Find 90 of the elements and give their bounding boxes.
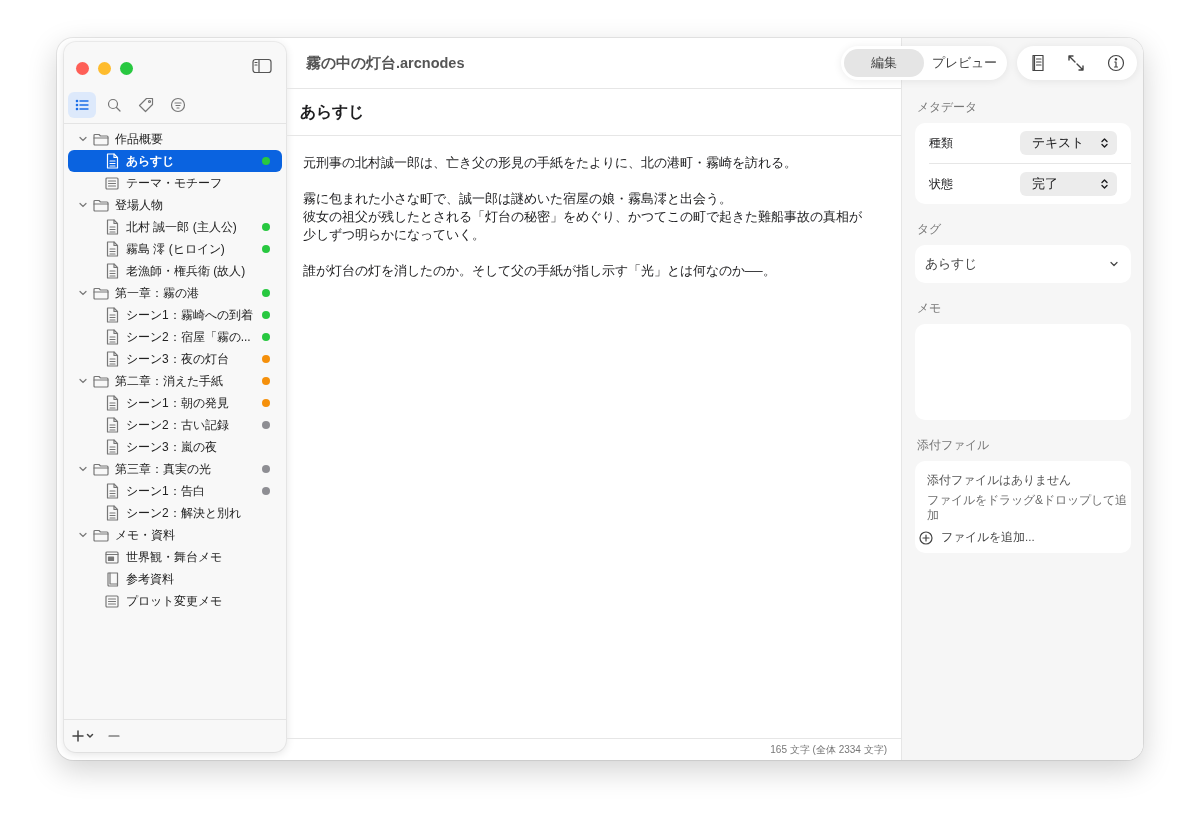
section-label: 添付ファイル (917, 438, 990, 453)
hint-text: ファイルをドラッグ&ドロップして追加 (927, 493, 1127, 523)
document-icon (105, 241, 119, 257)
tree-item[interactable]: プロット変更メモ (68, 590, 282, 612)
document-icon (105, 439, 119, 455)
document-icon (105, 307, 119, 323)
section-label: メモ (917, 301, 942, 316)
filter-icon (170, 97, 186, 113)
tree-item[interactable]: 霧島 澪 (ヒロイン) (68, 238, 282, 260)
tag-icon (138, 97, 154, 113)
document-icon (105, 351, 119, 367)
outline-icon (74, 97, 90, 113)
chevron-icon[interactable] (78, 200, 88, 210)
note-icon (105, 594, 119, 608)
tree-item[interactable]: あらすじ (68, 150, 282, 172)
character-count: 165 文字 (全体 2334 文字) (770, 742, 887, 757)
updown-icon (1100, 178, 1109, 190)
tree-item[interactable]: 第一章：霧の港 (68, 282, 282, 304)
document-icon (105, 505, 119, 521)
document-icon (105, 219, 119, 235)
caret-icon (86, 732, 94, 740)
body-text: 少しずつ明らかになっていく。 (303, 227, 486, 244)
folder-icon (93, 198, 109, 212)
note-icon (105, 176, 119, 190)
body-text: 彼女の祖父が残したとされる「灯台の秘密」をめぐり、かつてこの町で起きた難船事故の真相が (303, 209, 863, 226)
search-icon (106, 97, 122, 113)
chevron-icon[interactable] (78, 134, 88, 144)
document-icon (105, 483, 119, 499)
tree-item[interactable]: シーン2：宿屋「霧の... (68, 326, 282, 348)
tree-item[interactable]: シーン3：夜の灯台 (68, 348, 282, 370)
tree-item[interactable]: シーン3：嵐の夜 (68, 436, 282, 458)
updown-icon (1100, 137, 1109, 149)
book-icon (105, 571, 119, 587)
sidebar-toggle-icon[interactable] (252, 58, 272, 74)
expand-icon[interactable] (1067, 54, 1085, 72)
chevron-icon[interactable] (78, 376, 88, 386)
chevron-icon[interactable] (78, 288, 88, 298)
folder-icon (93, 528, 109, 542)
zoom-button[interactable] (120, 61, 133, 75)
folder-icon (93, 286, 109, 300)
close-button[interactable] (76, 61, 89, 75)
section-label: タグ (917, 222, 942, 237)
window-title: 霧の中の灯台.arcnodes (306, 53, 465, 73)
chevron-down-icon (1109, 260, 1119, 268)
tree-item[interactable]: 老漁師・権兵衛 (故人) (68, 260, 282, 282)
folder-icon (93, 374, 109, 388)
chevron-icon[interactable] (78, 464, 88, 474)
mode-tab[interactable]: プレビュー (924, 49, 1004, 77)
document-icon (105, 153, 119, 169)
add-file-button[interactable]: ファイルを追加... (919, 530, 1127, 545)
tree-item[interactable]: テーマ・モチーフ (68, 172, 282, 194)
tree-item[interactable]: 北村 誠一郎 (主人公) (68, 216, 282, 238)
document-icon (105, 329, 119, 345)
dropdown[interactable]: 完了 (1020, 172, 1117, 196)
tree-item[interactable]: メモ・資料 (68, 524, 282, 546)
tree-item[interactable]: 参考資料 (68, 568, 282, 590)
tree-item[interactable]: シーン1：霧崎への到着 (68, 304, 282, 326)
body-text: 霧に包まれた小さな町で、誠一郎は謎めいた宿屋の娘・霧島澪と出会う。 (303, 191, 733, 208)
field-label: 種類 (929, 134, 953, 152)
document-icon (105, 395, 119, 411)
section-label: メタデータ (917, 100, 978, 115)
plus-icon (72, 730, 84, 742)
field-label: 状態 (929, 175, 953, 193)
add-button[interactable] (72, 730, 94, 742)
tree-item[interactable]: 第二章：消えた手紙 (68, 370, 282, 392)
document-icon (105, 263, 119, 279)
document-icon (105, 417, 119, 433)
tree-item[interactable]: シーン1：告白 (68, 480, 282, 502)
tree-item[interactable]: 登場人物 (68, 194, 282, 216)
tree-item[interactable]: シーン2：古い記録 (68, 414, 282, 436)
tree-item[interactable]: シーン2：解決と別れ (68, 502, 282, 524)
document-title: あらすじ (300, 101, 364, 122)
outline-tab[interactable] (68, 92, 96, 118)
empty-message: 添付ファイルはありません (927, 473, 1072, 488)
plus-circle-icon (919, 530, 933, 545)
document-icon[interactable] (1031, 54, 1045, 72)
folder-icon (93, 462, 109, 476)
info-icon[interactable] (1107, 54, 1125, 72)
tree-item[interactable]: シーン1：朝の発見 (68, 392, 282, 414)
folder-icon (93, 132, 109, 146)
tree-item[interactable]: 世界観・舞台メモ (68, 546, 282, 568)
chevron-icon[interactable] (78, 530, 88, 540)
sheet-icon (105, 550, 119, 564)
body-text: 元刑事の北村誠一郎は、亡き父の形見の手紙をたよりに、北の港町・霧崎を訪れる。 (303, 155, 798, 172)
body-text: 誰が灯台の灯を消したのか。そして父の手紙が指し示す「光」とは何なのか──。 (303, 263, 777, 280)
tree-item[interactable]: 作品概要 (68, 128, 282, 150)
tag-dropdown[interactable]: あらすじ (915, 245, 1131, 283)
tree-item[interactable]: 第三章：真実の光 (68, 458, 282, 480)
mode-tab[interactable]: 編集 (844, 49, 924, 77)
dropdown[interactable]: テキスト (1020, 131, 1117, 155)
